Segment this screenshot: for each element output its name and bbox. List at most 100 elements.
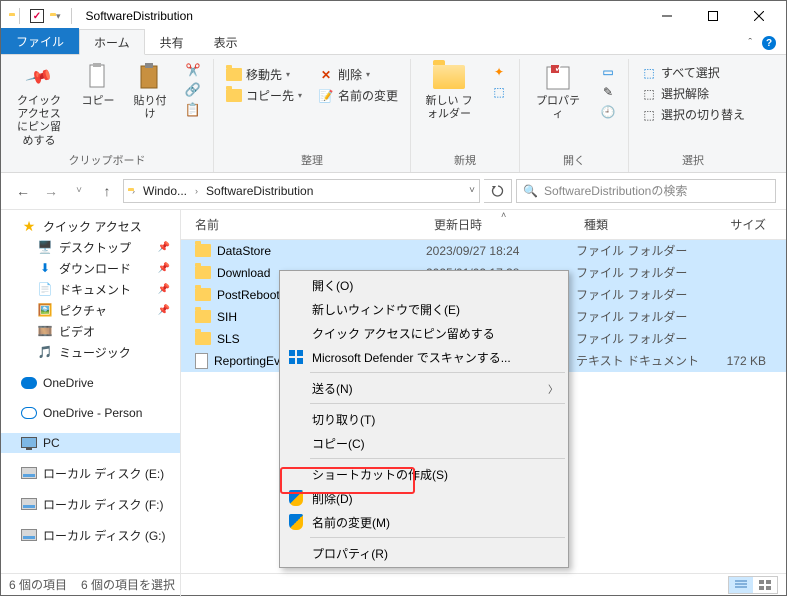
context-menu-send-to[interactable]: 送る(N)〉 [282, 376, 566, 400]
context-menu-separator [310, 403, 565, 404]
group-label-select: 選択 [682, 150, 704, 170]
status-bar: 6 個の項目 6 個の項目を選択 [1, 573, 786, 595]
properties-button[interactable]: ✓ プロパティ [526, 59, 590, 123]
context-menu: 開く(O) 新しいウィンドウで開く(E) クイック アクセスにピン留めする Mi… [279, 270, 569, 568]
tab-home[interactable]: ホーム [79, 29, 145, 55]
help-icon[interactable]: ? [762, 36, 776, 50]
context-menu-rename[interactable]: 名前の変更(M) [282, 510, 566, 534]
context-menu-create-shortcut[interactable]: ショートカットの作成(S) [282, 462, 566, 486]
context-menu-delete[interactable]: 削除(D) [282, 486, 566, 510]
minimize-button[interactable] [644, 1, 690, 31]
maximize-button[interactable] [690, 1, 736, 31]
invert-selection-button[interactable]: ⬚選択の切り替え [637, 105, 749, 124]
sidebar-item-downloads[interactable]: ⬇ダウンロード📌 [1, 258, 180, 279]
back-button[interactable]: ← [11, 179, 35, 203]
recent-locations-button[interactable]: ˅ [67, 179, 91, 203]
column-type[interactable]: 種類 [576, 214, 706, 235]
address-dropdown-icon[interactable]: ˅ [469, 185, 475, 196]
column-size[interactable]: サイズ [706, 214, 786, 235]
easy-access-button[interactable]: ⬚ [487, 83, 511, 101]
tab-share[interactable]: 共有 [145, 29, 199, 54]
defender-icon [286, 347, 306, 367]
search-input[interactable]: 🔍 SoftwareDistributionの検索 [516, 179, 776, 203]
status-selected-count: 6 個の項目を選択 [81, 576, 175, 593]
sidebar-item-pictures[interactable]: 🖼️ピクチャ📌 [1, 300, 180, 321]
ribbon-tabs: ファイル ホーム 共有 表示 ˆ ? [1, 31, 786, 55]
cut-button[interactable]: ✂️ [181, 61, 205, 79]
sidebar-item-disk-g[interactable]: ローカル ディスク (G:) [1, 525, 180, 546]
move-to-button[interactable]: 移動先 ▾ [222, 65, 306, 84]
collapse-ribbon-icon[interactable]: ˆ [748, 37, 752, 49]
svg-text:✓: ✓ [554, 63, 564, 75]
details-view-button[interactable] [729, 577, 753, 593]
file-icon [195, 353, 208, 369]
shield-icon [286, 512, 306, 532]
sidebar-item-videos[interactable]: 🎞️ビデオ [1, 321, 180, 342]
folder-icon [195, 332, 211, 345]
edit-button[interactable]: ✎ [596, 83, 620, 101]
context-menu-open-new-window[interactable]: 新しいウィンドウで開く(E) [282, 297, 566, 321]
select-none-button[interactable]: ⬚選択解除 [637, 84, 749, 103]
group-label-organize: 整理 [301, 150, 323, 170]
pin-quick-access-button[interactable]: 📌 クイック アクセス にピン留めする [7, 59, 71, 150]
paste-button[interactable]: 貼り付け [125, 59, 175, 123]
up-button[interactable]: ↑ [95, 179, 119, 203]
search-icon: 🔍 [523, 184, 538, 198]
close-button[interactable] [736, 1, 782, 31]
copy-button[interactable]: コピー [75, 59, 121, 110]
table-row[interactable]: DataStore 2023/09/27 18:24ファイル フォルダー [181, 240, 786, 262]
pin-icon: 📌 [158, 242, 176, 253]
icons-view-button[interactable] [753, 577, 777, 593]
context-menu-properties[interactable]: プロパティ(R) [282, 541, 566, 565]
context-menu-copy[interactable]: コピー(C) [282, 431, 566, 455]
chevron-right-icon: 〉 [548, 381, 558, 396]
title-bar: ✓ ▾ SoftwareDistribution [1, 1, 786, 31]
address-box[interactable]: › Windo... › SoftwareDistribution ˅ [123, 179, 480, 203]
column-name[interactable]: 名前 [181, 214, 426, 235]
group-label-open: 開く [563, 150, 585, 170]
history-button[interactable]: 🕘 [596, 103, 620, 121]
refresh-button[interactable] [484, 179, 512, 203]
quick-launch: ✓ ▾ [5, 8, 80, 24]
sidebar-item-pc[interactable]: PC [1, 433, 180, 453]
group-label-new: 新規 [454, 150, 476, 170]
tab-file[interactable]: ファイル [1, 28, 79, 54]
select-all-button[interactable]: ⬚すべて選択 [637, 63, 749, 82]
forward-button[interactable]: → [39, 179, 63, 203]
folder-icon [195, 244, 211, 257]
context-menu-open[interactable]: 開く(O) [282, 273, 566, 297]
open-button[interactable]: ▭ [596, 63, 620, 81]
sidebar-item-disk-f[interactable]: ローカル ディスク (F:) [1, 494, 180, 515]
sidebar-item-desktop[interactable]: 🖥️デスクトップ📌 [1, 237, 180, 258]
delete-button[interactable]: ✕削除 ▾ [314, 65, 402, 84]
checkbox-icon[interactable]: ✓ [30, 9, 44, 23]
group-label-clipboard: クリップボード [69, 150, 146, 170]
folder-icon [195, 310, 211, 323]
sidebar-item-onedrive-personal[interactable]: OneDrive - Person [1, 403, 180, 423]
sidebar-item-disk-e[interactable]: ローカル ディスク (E:) [1, 463, 180, 484]
context-menu-pin-quick-access[interactable]: クイック アクセスにピン留めする [282, 321, 566, 345]
folder-icon [195, 266, 211, 279]
breadcrumb-windo[interactable]: Windo... [139, 184, 191, 198]
rename-button[interactable]: 📝名前の変更 [314, 86, 402, 105]
context-menu-defender-scan[interactable]: Microsoft Defender でスキャンする... [282, 345, 566, 369]
dropdown-icon[interactable]: ▾ [56, 11, 61, 22]
sidebar-item-onedrive[interactable]: OneDrive [1, 373, 180, 393]
chevron-right-icon[interactable]: › [195, 186, 198, 196]
column-headers: ˄ 名前 更新日時 種類 サイズ [181, 210, 786, 240]
context-menu-cut[interactable]: 切り取り(T) [282, 407, 566, 431]
ribbon: 📌 クイック アクセス にピン留めする コピー 貼り付け ✂️ 🔗 📋 クリップ… [1, 55, 786, 173]
copy-path-button[interactable]: 🔗 [181, 81, 205, 99]
pin-icon: 📌 [158, 305, 176, 316]
folder-icon [195, 288, 211, 301]
copy-to-button[interactable]: コピー先 ▾ [222, 86, 306, 105]
sort-indicator-icon: ˄ [501, 210, 506, 220]
new-item-button[interactable]: ✦ [487, 63, 511, 81]
sidebar-item-music[interactable]: 🎵ミュージック [1, 342, 180, 363]
sidebar-item-documents[interactable]: 📄ドキュメント📌 [1, 279, 180, 300]
new-folder-button[interactable]: 新しい フォルダー [417, 59, 481, 123]
paste-shortcut-button[interactable]: 📋 [181, 101, 205, 119]
sidebar-item-quick-access[interactable]: ★クイック アクセス [1, 216, 180, 237]
tab-view[interactable]: 表示 [199, 29, 253, 54]
breadcrumb-software-distribution[interactable]: SoftwareDistribution [202, 184, 317, 198]
